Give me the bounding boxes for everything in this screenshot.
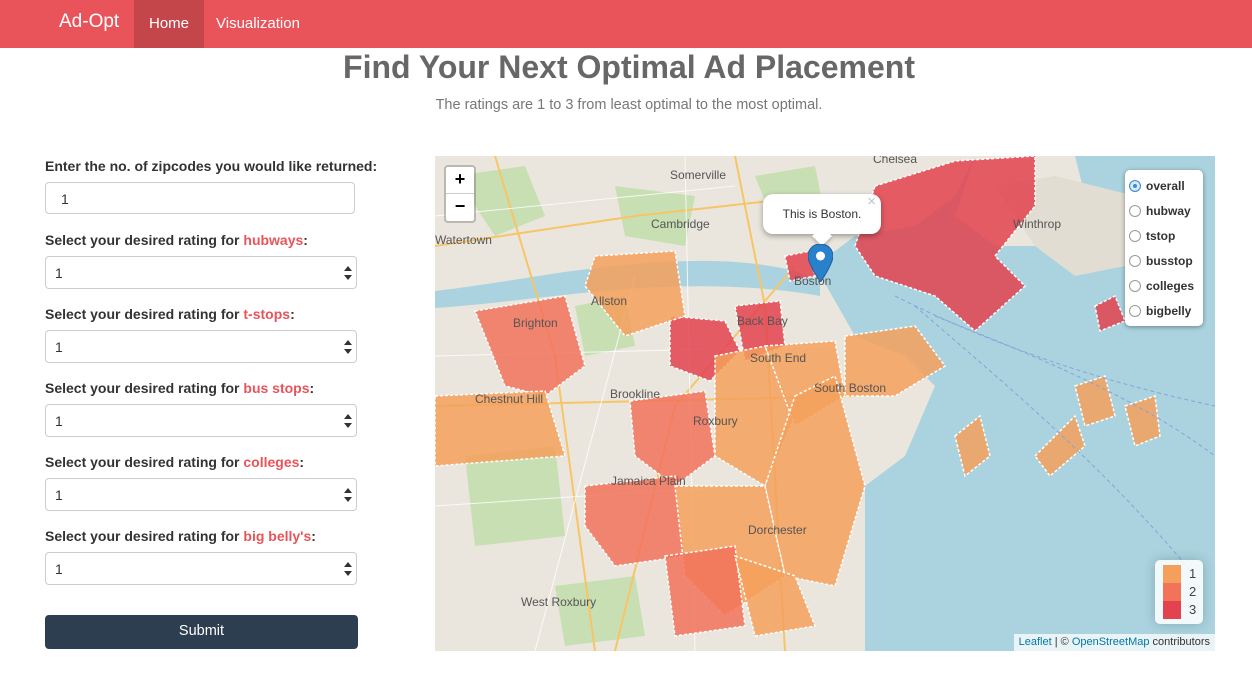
osm-link[interactable]: OpenStreetMap — [1072, 636, 1150, 648]
legend-swatch — [1163, 565, 1181, 583]
radio-icon[interactable] — [1129, 204, 1141, 217]
hubways-label: Select your desired rating for hubways: — [45, 232, 308, 248]
colleges-select[interactable]: 1 — [45, 478, 357, 511]
zoom-in-button[interactable]: + — [446, 167, 474, 194]
legend-label: 2 — [1189, 584, 1197, 599]
hubways-select[interactable]: 1 — [45, 256, 357, 289]
bigbelly-label: Select your desired rating for big belly… — [45, 528, 316, 544]
legend-item: 1 — [1163, 565, 1201, 583]
map[interactable]: Somerville Chelsea Cambridge Watertown W… — [435, 156, 1215, 651]
colleges-label: Select your desired rating for colleges: — [45, 454, 305, 470]
zipcodes-input[interactable]: 1 — [45, 182, 355, 214]
popup-close-button[interactable]: × — [867, 182, 876, 222]
zoom-control: + − — [444, 165, 476, 223]
layer-label: colleges — [1146, 278, 1195, 293]
layer-overall[interactable]: overall — [1125, 173, 1203, 198]
brand-logo[interactable]: Ad-Opt — [59, 11, 119, 33]
map-label-allston: Allston — [591, 294, 628, 308]
zipcodes-label: Enter the no. of zipcodes you would like… — [45, 158, 378, 174]
map-label-back-bay: Back Bay — [737, 314, 788, 328]
popup-text: This is Boston. — [782, 207, 862, 221]
layer-hubway[interactable]: hubway — [1125, 198, 1203, 223]
legend-swatch — [1163, 601, 1181, 619]
map-label-roxbury: Roxbury — [693, 414, 738, 428]
nav-home[interactable]: Home — [134, 0, 205, 48]
bigbelly-select[interactable]: 1 — [45, 552, 357, 585]
layer-label: busstop — [1146, 253, 1193, 268]
radio-icon[interactable] — [1129, 279, 1141, 292]
layer-tstop[interactable]: tstop — [1125, 223, 1203, 248]
select-arrows-icon — [344, 562, 352, 576]
radio-icon[interactable] — [1129, 254, 1141, 267]
layer-colleges[interactable]: colleges — [1125, 273, 1203, 298]
layer-label: bigbelly — [1146, 303, 1192, 318]
map-legend: 1 2 3 — [1155, 560, 1203, 624]
map-label-cambridge: Cambridge — [651, 217, 710, 231]
layer-label: tstop — [1146, 228, 1176, 243]
page-title: Find Your Next Optimal Ad Placement — [343, 49, 915, 85]
map-label-south-boston: South Boston — [814, 381, 887, 395]
map-label-winthrop: Winthrop — [1013, 217, 1062, 231]
map-label-west-roxbury: West Roxbury — [521, 595, 597, 609]
busstops-select[interactable]: 1 — [45, 404, 357, 437]
map-label-somerville: Somerville — [670, 168, 727, 182]
map-label-chestnut-hill: Chestnut Hill — [475, 392, 544, 406]
attribution-rest: contributors — [1149, 636, 1210, 648]
map-label-brighton: Brighton — [513, 316, 558, 330]
map-label-brookline: Brookline — [610, 387, 661, 401]
layer-label: hubway — [1146, 203, 1191, 218]
legend-item: 2 — [1163, 583, 1201, 601]
select-arrows-icon — [344, 488, 352, 502]
radio-icon[interactable] — [1129, 229, 1141, 242]
page-subtitle: The ratings are 1 to 3 from least optima… — [435, 97, 823, 113]
radio-icon[interactable] — [1129, 304, 1141, 317]
tstops-label: Select your desired rating for t-stops: — [45, 306, 295, 322]
map-label-south-end: South End — [750, 351, 807, 365]
tstops-select[interactable]: 1 — [45, 330, 357, 363]
select-arrows-icon — [344, 414, 352, 428]
legend-label: 3 — [1189, 602, 1197, 617]
leaflet-link[interactable]: Leaflet — [1019, 636, 1052, 648]
attribution-sep: | © — [1051, 636, 1072, 648]
layer-label: overall — [1146, 178, 1185, 193]
layer-busstop[interactable]: busstop — [1125, 248, 1203, 273]
map-label-jamaica-plain: Jamaica Plain — [611, 474, 686, 488]
map-label-chelsea: Chelsea — [873, 156, 918, 166]
map-marker-icon[interactable] — [808, 244, 833, 282]
select-arrows-icon — [344, 340, 352, 354]
nav-visualization[interactable]: Visualization — [201, 0, 315, 48]
legend-label: 1 — [1189, 566, 1197, 581]
legend-swatch — [1163, 583, 1181, 601]
layer-bigbelly[interactable]: bigbelly — [1125, 298, 1203, 323]
navbar: Ad-Opt Home Visualization — [0, 0, 1252, 48]
legend-item: 3 — [1163, 601, 1201, 619]
zoom-out-button[interactable]: − — [446, 194, 474, 220]
radio-icon[interactable] — [1129, 179, 1141, 192]
submit-button[interactable]: Submit — [45, 615, 358, 649]
map-label-watertown: Watertown — [435, 233, 492, 247]
map-label-dorchester: Dorchester — [748, 523, 807, 537]
busstops-label: Select your desired rating for bus stops… — [45, 380, 315, 396]
select-arrows-icon — [344, 266, 352, 280]
map-popup: This is Boston. × — [763, 193, 881, 246]
layer-control: overall hubway tstop busstop colleges bi… — [1125, 170, 1203, 326]
map-attribution: Leaflet | © OpenStreetMap contributors — [1013, 634, 1215, 651]
